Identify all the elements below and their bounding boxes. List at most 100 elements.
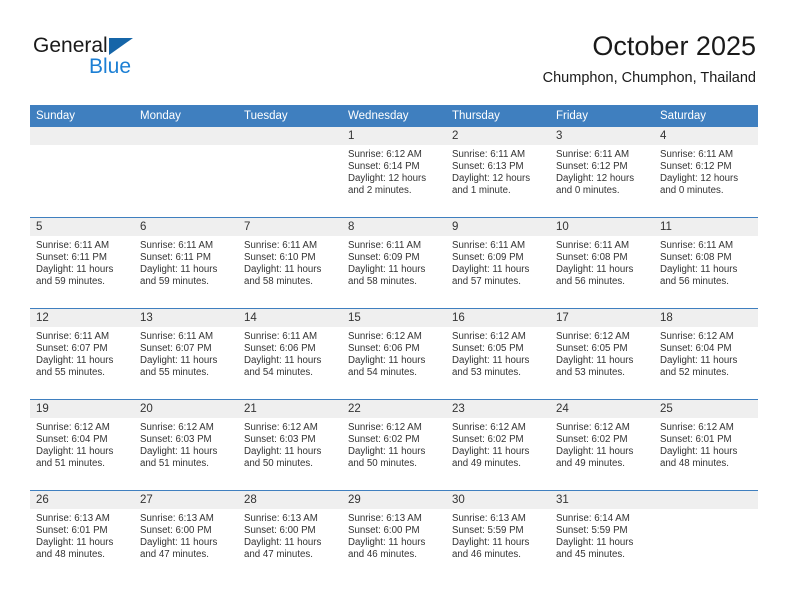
sunset-text: Sunset: 6:10 PM — [244, 252, 316, 264]
calendar-day-cell[interactable]: 11 Sunrise: 6:11 AM Sunset: 6:08 PM Dayligh… — [654, 217, 758, 309]
sunset-text: Sunset: 6:14 PM — [348, 161, 420, 173]
calendar-day-cell[interactable]: 28 Sunrise: 6:13 AM Sunset: 6:00 PM Dayligh… — [238, 490, 342, 581]
calendar-week-row: 1 Sunrise: 6:12 AM Sunset: 6:14 PM Daylight… — [30, 127, 758, 218]
sunrise-text: Sunrise: 6:12 AM — [660, 331, 734, 342]
daylight-text: Daylight: 11 hours and 55 minutes. — [36, 355, 114, 379]
day-number — [134, 127, 238, 145]
daylight-text: Daylight: 11 hours and 58 minutes. — [348, 264, 426, 288]
calendar-day-cell[interactable]: 19 Sunrise: 6:12 AM Sunset: 6:04 PM Dayligh… — [30, 399, 134, 491]
calendar-day-cell[interactable]: 2 Sunrise: 6:11 AM Sunset: 6:13 PM Daylight… — [446, 127, 550, 218]
sunset-text: Sunset: 6:04 PM — [660, 343, 732, 355]
calendar-day-cell[interactable]: 1 Sunrise: 6:12 AM Sunset: 6:14 PM Daylight… — [342, 127, 446, 218]
sunrise-text: Sunrise: 6:12 AM — [452, 422, 526, 433]
sunset-text: Sunset: 6:05 PM — [452, 343, 524, 355]
daylight-text: Daylight: 11 hours and 56 minutes. — [556, 264, 634, 288]
day-cell-inner: 7 Sunrise: 6:11 AM Sunset: 6:10 PM Daylight… — [238, 218, 342, 308]
day-number: 31 — [550, 491, 654, 509]
calendar-day-cell[interactable]: 8 Sunrise: 6:11 AM Sunset: 6:09 PM Daylight… — [342, 217, 446, 309]
daylight-text: Daylight: 11 hours and 47 minutes. — [244, 537, 322, 561]
sunrise-text: Sunrise: 6:12 AM — [140, 422, 214, 433]
day-number: 7 — [238, 218, 342, 236]
daylight-text: Daylight: 11 hours and 45 minutes. — [556, 537, 634, 561]
calendar-day-cell[interactable]: 14 Sunrise: 6:11 AM Sunset: 6:06 PM Dayligh… — [238, 308, 342, 400]
calendar-day-cell[interactable]: 27 Sunrise: 6:13 AM Sunset: 6:00 PM Dayligh… — [134, 490, 238, 581]
sunrise-text: Sunrise: 6:11 AM — [244, 331, 318, 342]
day-astronomy-info: Sunrise: 6:11 AM Sunset: 6:11 PM Daylight:… — [134, 236, 238, 288]
day-cell-inner: 19 Sunrise: 6:12 AM Sunset: 6:04 PM Dayligh… — [30, 400, 134, 490]
day-number: 20 — [134, 400, 238, 418]
calendar-day-cell[interactable]: 5 Sunrise: 6:11 AM Sunset: 6:11 PM Daylight… — [30, 217, 134, 309]
day-number: 1 — [342, 127, 446, 145]
sunset-text: Sunset: 6:12 PM — [660, 161, 732, 173]
calendar-day-cell[interactable]: 25 Sunrise: 6:12 AM Sunset: 6:01 PM Dayligh… — [654, 399, 758, 491]
sunset-text: Sunset: 6:01 PM — [660, 434, 732, 446]
calendar-week-row: 19 Sunrise: 6:12 AM Sunset: 6:04 PM Dayligh… — [30, 399, 758, 491]
daylight-text: Daylight: 11 hours and 46 minutes. — [348, 537, 426, 561]
calendar-day-cell[interactable]: 12 Sunrise: 6:11 AM Sunset: 6:07 PM Dayligh… — [30, 308, 134, 400]
day-astronomy-info: Sunrise: 6:12 AM Sunset: 6:02 PM Daylight:… — [446, 418, 550, 470]
day-astronomy-info: Sunrise: 6:11 AM Sunset: 6:08 PM Daylight:… — [654, 236, 758, 288]
calendar-week-row: 12 Sunrise: 6:11 AM Sunset: 6:07 PM Dayligh… — [30, 308, 758, 400]
day-number — [238, 127, 342, 145]
sunrise-text: Sunrise: 6:11 AM — [556, 149, 630, 160]
day-cell-inner: 11 Sunrise: 6:11 AM Sunset: 6:08 PM Dayligh… — [654, 218, 758, 308]
sunrise-text: Sunrise: 6:11 AM — [452, 149, 526, 160]
calendar-day-cell[interactable]: 7 Sunrise: 6:11 AM Sunset: 6:10 PM Daylight… — [238, 217, 342, 309]
calendar-day-cell[interactable]: 3 Sunrise: 6:11 AM Sunset: 6:12 PM Daylight… — [550, 127, 654, 218]
calendar-day-cell[interactable]: 9 Sunrise: 6:11 AM Sunset: 6:09 PM Daylight… — [446, 217, 550, 309]
calendar-day-cell[interactable]: 20 Sunrise: 6:12 AM Sunset: 6:03 PM Dayligh… — [134, 399, 238, 491]
day-number: 16 — [446, 309, 550, 327]
sunset-text: Sunset: 6:07 PM — [140, 343, 212, 355]
daylight-text: Daylight: 11 hours and 53 minutes. — [452, 355, 530, 379]
daylight-text: Daylight: 11 hours and 54 minutes. — [348, 355, 426, 379]
day-cell-inner: 29 Sunrise: 6:13 AM Sunset: 6:00 PM Dayligh… — [342, 491, 446, 581]
calendar-day-cell[interactable]: 13 Sunrise: 6:11 AM Sunset: 6:07 PM Dayligh… — [134, 308, 238, 400]
day-astronomy-info: Sunrise: 6:12 AM Sunset: 6:05 PM Daylight:… — [446, 327, 550, 379]
calendar-day-cell[interactable]: 10 Sunrise: 6:11 AM Sunset: 6:08 PM Dayligh… — [550, 217, 654, 309]
day-astronomy-info: Sunrise: 6:12 AM Sunset: 6:02 PM Daylight:… — [342, 418, 446, 470]
sunrise-text: Sunrise: 6:11 AM — [36, 240, 110, 251]
calendar-day-cell[interactable]: 29 Sunrise: 6:13 AM Sunset: 6:00 PM Dayligh… — [342, 490, 446, 581]
calendar-day-cell-empty — [654, 490, 758, 581]
day-number: 6 — [134, 218, 238, 236]
sunset-text: Sunset: 6:00 PM — [348, 525, 420, 537]
calendar-day-cell[interactable]: 6 Sunrise: 6:11 AM Sunset: 6:11 PM Daylight… — [134, 217, 238, 309]
day-cell-inner: 30 Sunrise: 6:13 AM Sunset: 5:59 PM Dayligh… — [446, 491, 550, 581]
day-astronomy-info: Sunrise: 6:11 AM Sunset: 6:13 PM Daylight:… — [446, 145, 550, 197]
day-number: 13 — [134, 309, 238, 327]
calendar-day-cell[interactable]: 22 Sunrise: 6:12 AM Sunset: 6:02 PM Dayligh… — [342, 399, 446, 491]
calendar-day-cell[interactable]: 31 Sunrise: 6:14 AM Sunset: 5:59 PM Dayligh… — [550, 490, 654, 581]
logo-text-general: General — [33, 34, 108, 57]
calendar-day-cell[interactable]: 15 Sunrise: 6:12 AM Sunset: 6:06 PM Dayligh… — [342, 308, 446, 400]
day-cell-inner: 15 Sunrise: 6:12 AM Sunset: 6:06 PM Dayligh… — [342, 309, 446, 399]
calendar-day-cell[interactable]: 23 Sunrise: 6:12 AM Sunset: 6:02 PM Dayligh… — [446, 399, 550, 491]
day-number: 15 — [342, 309, 446, 327]
calendar-day-cell[interactable]: 4 Sunrise: 6:11 AM Sunset: 6:12 PM Daylight… — [654, 127, 758, 218]
calendar-day-cell[interactable]: 24 Sunrise: 6:12 AM Sunset: 6:02 PM Dayligh… — [550, 399, 654, 491]
calendar-day-cell[interactable]: 18 Sunrise: 6:12 AM Sunset: 6:04 PM Dayligh… — [654, 308, 758, 400]
sunrise-text: Sunrise: 6:14 AM — [556, 513, 630, 524]
day-cell-inner: 2 Sunrise: 6:11 AM Sunset: 6:13 PM Daylight… — [446, 127, 550, 217]
day-cell-inner: 12 Sunrise: 6:11 AM Sunset: 6:07 PM Dayligh… — [30, 309, 134, 399]
page-header: General Blue October 2025 Chumphon, Chum… — [0, 0, 792, 105]
sunrise-text: Sunrise: 6:12 AM — [660, 422, 734, 433]
day-number: 8 — [342, 218, 446, 236]
day-astronomy-info: Sunrise: 6:12 AM Sunset: 6:02 PM Daylight:… — [550, 418, 654, 470]
sunrise-text: Sunrise: 6:11 AM — [660, 149, 734, 160]
calendar-day-cell[interactable]: 30 Sunrise: 6:13 AM Sunset: 5:59 PM Dayligh… — [446, 490, 550, 581]
calendar-day-cell[interactable]: 21 Sunrise: 6:12 AM Sunset: 6:03 PM Dayligh… — [238, 399, 342, 491]
sunrise-text: Sunrise: 6:11 AM — [244, 240, 318, 251]
day-number: 28 — [238, 491, 342, 509]
calendar-body: 1 Sunrise: 6:12 AM Sunset: 6:14 PM Daylight… — [30, 127, 758, 581]
daylight-text: Daylight: 11 hours and 56 minutes. — [660, 264, 738, 288]
sunset-text: Sunset: 5:59 PM — [556, 525, 628, 537]
calendar-day-cell[interactable]: 26 Sunrise: 6:13 AM Sunset: 6:01 PM Dayligh… — [30, 490, 134, 581]
weekday-header-friday: Friday — [550, 105, 654, 127]
sunset-text: Sunset: 6:08 PM — [660, 252, 732, 264]
sunset-text: Sunset: 6:03 PM — [244, 434, 316, 446]
day-astronomy-info: Sunrise: 6:11 AM Sunset: 6:12 PM Daylight:… — [550, 145, 654, 197]
calendar-day-cell[interactable]: 16 Sunrise: 6:12 AM Sunset: 6:05 PM Dayligh… — [446, 308, 550, 400]
day-number: 9 — [446, 218, 550, 236]
calendar-day-cell[interactable]: 17 Sunrise: 6:12 AM Sunset: 6:05 PM Dayligh… — [550, 308, 654, 400]
sunset-text: Sunset: 6:13 PM — [452, 161, 524, 173]
